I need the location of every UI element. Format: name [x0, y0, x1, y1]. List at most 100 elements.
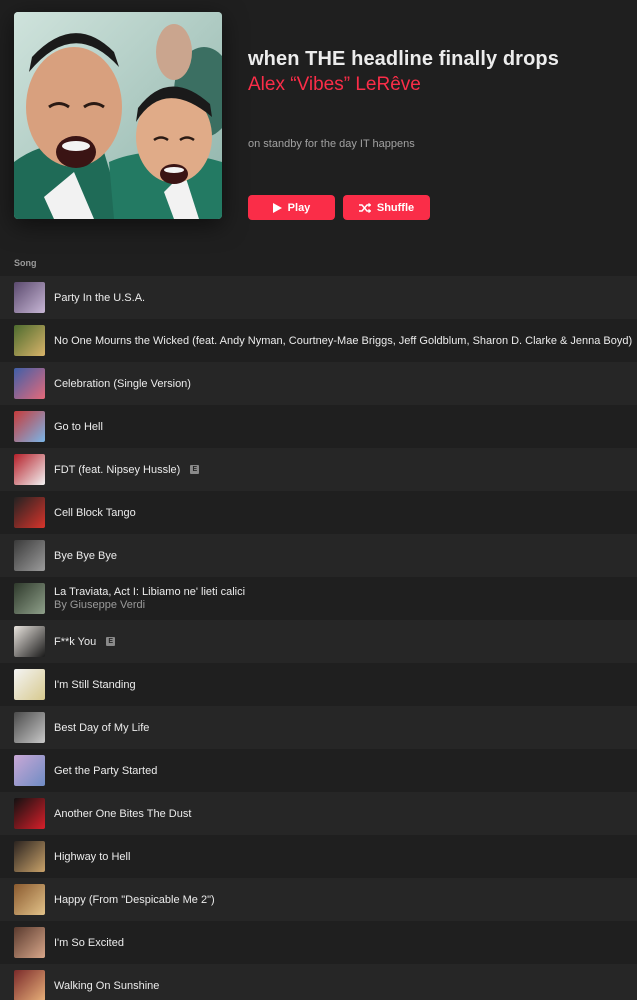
song-artwork [14, 368, 45, 399]
playlist-info: when THE headline finally drops Alex “Vi… [248, 46, 628, 97]
song-text: Highway to Hell [54, 851, 130, 863]
song-title: Happy (From "Despicable Me 2") [54, 893, 215, 906]
song-row[interactable]: F**k You E [0, 620, 637, 663]
song-row[interactable]: Celebration (Single Version) [0, 362, 637, 405]
song-row[interactable]: Get the Party Started [0, 749, 637, 792]
song-artwork [14, 798, 45, 829]
song-title: No One Mourns the Wicked (feat. Andy Nym… [54, 334, 633, 347]
song-title-line: Go to Hell [54, 421, 103, 433]
song-title: I'm Still Standing [54, 678, 136, 691]
playlist-page: when THE headline finally drops Alex “Vi… [0, 0, 637, 1000]
song-title-line: Cell Block Tango [54, 507, 136, 519]
song-title-line: La Traviata, Act I: Libiamo ne' lieti ca… [54, 586, 245, 598]
play-button[interactable]: Play [248, 195, 335, 220]
song-list: Party In the U.S.A. No One Mourns the Wic… [0, 276, 637, 1000]
shuffle-icon [358, 202, 371, 213]
song-row[interactable]: Cell Block Tango [0, 491, 637, 534]
song-artwork [14, 325, 45, 356]
song-text: Bye Bye Bye [54, 550, 117, 562]
song-title: Cell Block Tango [54, 506, 136, 519]
song-title: F**k You [54, 635, 97, 648]
playlist-actions: Play Shuffle [248, 195, 430, 220]
song-text: Best Day of My Life [54, 722, 149, 734]
song-title: FDT (feat. Nipsey Hussle) [54, 463, 181, 476]
song-title-line: FDT (feat. Nipsey Hussle) E [54, 463, 200, 476]
song-row[interactable]: Highway to Hell [0, 835, 637, 878]
song-artwork [14, 884, 45, 915]
song-row[interactable]: Party In the U.S.A. [0, 276, 637, 319]
song-row[interactable]: Bye Bye Bye [0, 534, 637, 577]
song-row[interactable]: FDT (feat. Nipsey Hussle) E [0, 448, 637, 491]
song-text: I'm Still Standing [54, 679, 136, 691]
song-artwork [14, 712, 45, 743]
song-artwork [14, 540, 45, 571]
song-text: F**k You E [54, 635, 116, 648]
song-title: Get the Party Started [54, 764, 158, 777]
song-title-line: Get the Party Started [54, 765, 157, 777]
playlist-curator-link[interactable]: Alex “Vibes” LeRêve [248, 73, 628, 97]
song-artwork [14, 583, 45, 614]
shuffle-button[interactable]: Shuffle [343, 195, 430, 220]
explicit-icon: E [190, 465, 200, 474]
song-title-line: Best Day of My Life [54, 722, 149, 734]
song-text: FDT (feat. Nipsey Hussle) E [54, 463, 200, 476]
song-title-line: I'm So Excited [54, 937, 124, 949]
song-title: Party In the U.S.A. [54, 291, 146, 304]
song-text: Celebration (Single Version) [54, 378, 191, 390]
song-artwork [14, 755, 45, 786]
song-title-line: Highway to Hell [54, 851, 130, 863]
song-title: La Traviata, Act I: Libiamo ne' lieti ca… [54, 586, 246, 598]
song-artwork [14, 282, 45, 313]
song-text: Go to Hell [54, 421, 103, 433]
song-text: Cell Block Tango [54, 507, 136, 519]
song-column-header[interactable]: Song [14, 258, 37, 268]
song-row[interactable]: Walking On Sunshine [0, 964, 637, 1000]
song-row[interactable]: La Traviata, Act I: Libiamo ne' lieti ca… [0, 577, 637, 620]
song-title-line: Bye Bye Bye [54, 550, 117, 562]
song-text: Walking On Sunshine [54, 980, 159, 992]
song-row[interactable]: Best Day of My Life [0, 706, 637, 749]
song-title-line: I'm Still Standing [54, 679, 136, 691]
play-icon [272, 202, 282, 213]
song-artwork [14, 497, 45, 528]
song-text: I'm So Excited [54, 937, 124, 949]
song-artwork [14, 970, 45, 1000]
song-text: No One Mourns the Wicked (feat. Andy Nym… [54, 335, 632, 347]
song-artist: By Giuseppe Verdi [54, 599, 146, 611]
song-title: Walking On Sunshine [54, 979, 160, 992]
song-artwork [14, 669, 45, 700]
song-row[interactable]: Happy (From "Despicable Me 2") [0, 878, 637, 921]
song-title-line: Happy (From "Despicable Me 2") [54, 894, 215, 906]
song-text: Happy (From "Despicable Me 2") [54, 894, 215, 906]
song-row[interactable]: No One Mourns the Wicked (feat. Andy Nym… [0, 319, 637, 362]
song-row[interactable]: Go to Hell [0, 405, 637, 448]
playlist-header: when THE headline finally drops Alex “Vi… [0, 0, 637, 252]
song-artwork [14, 626, 45, 657]
play-button-label: Play [287, 201, 311, 214]
song-title: Best Day of My Life [54, 721, 150, 734]
song-row[interactable]: I'm So Excited [0, 921, 637, 964]
song-title: Celebration (Single Version) [54, 377, 191, 390]
song-title-line: Another One Bites The Dust [54, 808, 191, 820]
song-title: I'm So Excited [54, 936, 124, 949]
song-text: Get the Party Started [54, 765, 157, 777]
song-title: Bye Bye Bye [54, 549, 117, 562]
song-title: Go to Hell [54, 420, 103, 433]
song-title-line: Walking On Sunshine [54, 980, 159, 992]
artwork-image [14, 12, 222, 219]
shuffle-button-label: Shuffle [376, 201, 415, 214]
song-title-line: Celebration (Single Version) [54, 378, 191, 390]
playlist-artwork[interactable] [14, 12, 222, 219]
song-title: Highway to Hell [54, 850, 131, 863]
song-text: Another One Bites The Dust [54, 808, 191, 820]
song-artwork [14, 411, 45, 442]
song-artwork [14, 927, 45, 958]
song-row[interactable]: I'm Still Standing [0, 663, 637, 706]
song-artwork [14, 454, 45, 485]
explicit-icon: E [106, 637, 116, 646]
song-title: Another One Bites The Dust [54, 807, 192, 820]
song-title-line: F**k You E [54, 635, 116, 648]
song-row[interactable]: Another One Bites The Dust [0, 792, 637, 835]
song-title-line: Party In the U.S.A. [54, 292, 145, 304]
song-title-line: No One Mourns the Wicked (feat. Andy Nym… [54, 335, 632, 347]
